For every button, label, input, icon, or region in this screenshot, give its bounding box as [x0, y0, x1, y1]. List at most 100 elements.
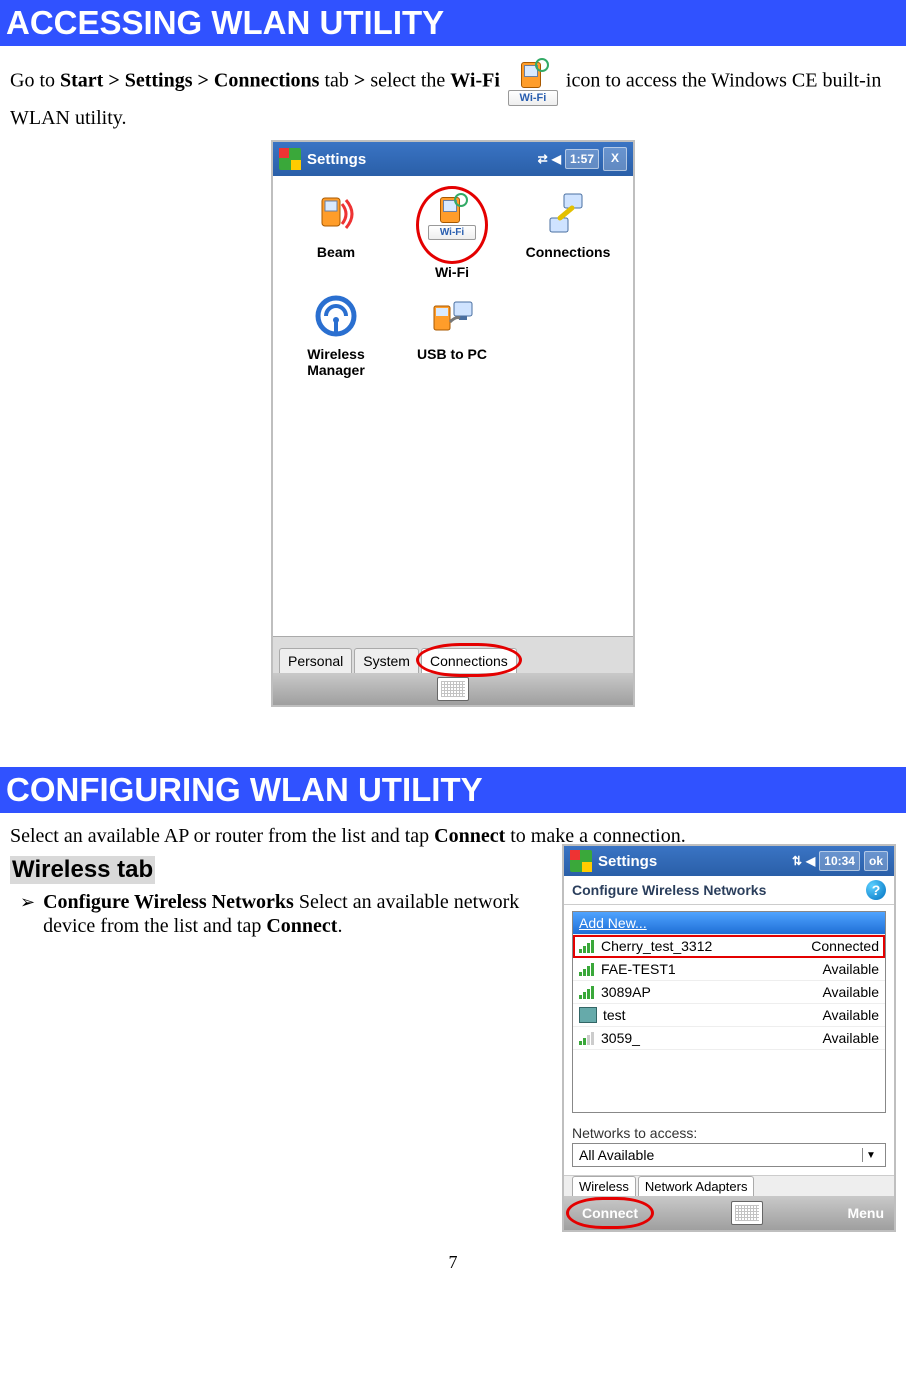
wm-title: Settings	[307, 151, 532, 168]
keyboard-icon-2[interactable]	[731, 1201, 763, 1225]
intro-path: Start > Settings > Connections	[60, 70, 319, 92]
tab-personal[interactable]: Personal	[279, 648, 352, 673]
beam-item[interactable]: Beam	[279, 186, 393, 280]
wifi-red-circle: Wi-Fi	[416, 186, 488, 264]
network-name-4: 3059_	[601, 1030, 640, 1046]
chevron-down-icon: ▼	[862, 1148, 879, 1162]
network-status-0: Connected	[811, 938, 879, 954]
wifi-item-box: Wi-Fi	[428, 225, 476, 240]
network-status-3: Available	[822, 1007, 879, 1023]
beam-label: Beam	[279, 244, 393, 260]
wireless-mgr-label2: Manager	[279, 362, 393, 378]
intro-mid1: tab	[324, 70, 353, 92]
connect-button[interactable]: Connect	[574, 1203, 646, 1223]
bullet-item: ➢ Configure Wireless Networks Select an …	[20, 890, 540, 938]
volume-icon-2[interactable]: ◀	[806, 854, 815, 868]
connections-icon	[544, 190, 592, 238]
intro-paragraph: Go to Start > Settings > Connections tab…	[10, 58, 896, 130]
tab-connections-label: Connections	[430, 653, 508, 669]
wm2-title: Settings	[598, 853, 786, 870]
ok-button[interactable]: ok	[864, 851, 888, 871]
network-status-1: Available	[822, 961, 879, 977]
wm2-titlebar: Settings ⇅ ◀ 10:34 ok	[564, 846, 894, 876]
clock-readout-2[interactable]: 10:34	[819, 851, 860, 871]
page-number: 7	[10, 1252, 896, 1273]
tab-wireless[interactable]: Wireless	[572, 1176, 636, 1196]
network-row-2[interactable]: 3089AP Available	[573, 981, 885, 1004]
network-row-0[interactable]: Cherry_test_3312 Connected	[573, 935, 885, 958]
adhoc-icon	[579, 1007, 597, 1023]
menu-button[interactable]: Menu	[847, 1205, 884, 1221]
wireless-manager-icon	[312, 292, 360, 340]
wireless-manager-item[interactable]: Wireless Manager	[279, 288, 393, 378]
help-icon[interactable]: ?	[866, 880, 886, 900]
wifi-label: Wi-Fi	[395, 264, 509, 280]
wm2-subtitle-row: Configure Wireless Networks ?	[564, 876, 894, 905]
wm-bottom-bar	[273, 673, 633, 705]
wifi-item[interactable]: Wi-Fi Wi-Fi	[395, 186, 509, 280]
bullet-bold2: Connect	[266, 915, 337, 937]
keyboard-icon[interactable]	[437, 677, 469, 701]
wifi-inline-icon: Wi-Fi	[509, 58, 557, 106]
volume-icon[interactable]: ◀	[552, 152, 561, 166]
bullet-arrow-icon: ➢	[20, 892, 35, 938]
usb-to-pc-item[interactable]: USB to PC	[395, 288, 509, 378]
heading-configuring: CONFIGURING WLAN UTILITY	[0, 767, 906, 813]
network-name-0: Cherry_test_3312	[601, 938, 712, 954]
wm2-subtitle: Configure Wireless Networks	[572, 882, 766, 898]
network-name-2: 3089AP	[601, 984, 651, 1000]
settings-screenshot-2: Settings ⇅ ◀ 10:34 ok Configure Wireless…	[562, 844, 896, 1232]
config-intro-connect: Connect	[434, 825, 505, 847]
signal-icon	[579, 939, 595, 953]
signal-icon	[579, 962, 595, 976]
network-row-3[interactable]: test Available	[573, 1004, 885, 1027]
start-flag-icon-2[interactable]	[570, 850, 592, 872]
intro-gt: >	[354, 70, 365, 92]
signal-status-icon[interactable]: ⇅	[792, 854, 802, 868]
wm2-tab-strip: Wireless Network Adapters	[564, 1175, 894, 1196]
connectivity-icon[interactable]: ⇄	[538, 152, 548, 166]
connections-item[interactable]: Connections	[511, 186, 625, 280]
networks-access-dropdown[interactable]: All Available ▼	[572, 1143, 886, 1167]
wm-titlebar: Settings ⇄ ◀ 1:57 X	[273, 142, 633, 176]
wifi-item-icon	[436, 193, 468, 225]
usb-label: USB to PC	[395, 346, 509, 362]
wm2-bottombar: Connect Menu	[564, 1196, 894, 1230]
pda-signal-icon	[517, 58, 549, 90]
network-name-1: FAE-TEST1	[601, 961, 676, 977]
bullet-bold1: Configure Wireless Networks	[43, 891, 294, 913]
networks-listbox[interactable]: Add New... Cherry_test_3312 Connected FA…	[572, 911, 886, 1113]
add-new-label: Add New...	[579, 915, 647, 931]
wireless-tab-subhead: Wireless tab	[10, 856, 155, 884]
intro-pre: Go to	[10, 70, 60, 92]
wifi-label-box: Wi-Fi	[508, 90, 558, 106]
intro-mid2: select the	[370, 70, 450, 92]
tab-network-adapters[interactable]: Network Adapters	[638, 1176, 755, 1196]
wm-tab-strip: Personal System Connections	[273, 636, 633, 673]
network-status-2: Available	[822, 984, 879, 1000]
signal-icon-weak	[579, 1031, 595, 1045]
usb-to-pc-icon	[428, 292, 476, 340]
intro-wifi-word: Wi-Fi	[450, 70, 500, 92]
start-flag-icon[interactable]	[279, 148, 301, 170]
settings-screenshot-1: Settings ⇄ ◀ 1:57 X	[271, 140, 635, 707]
beam-icon	[312, 190, 360, 238]
signal-icon	[579, 985, 595, 999]
connections-label: Connections	[511, 244, 625, 260]
tab-connections[interactable]: Connections	[421, 648, 517, 673]
wireless-mgr-label1: Wireless	[279, 346, 393, 362]
config-intro-post: to make a connection.	[510, 825, 686, 847]
networks-to-access-label: Networks to access:	[564, 1119, 894, 1143]
heading-accessing: ACCESSING WLAN UTILITY	[0, 0, 906, 46]
add-new-row[interactable]: Add New...	[573, 912, 885, 935]
config-intro-pre: Select an available AP or router from th…	[10, 825, 434, 847]
dropdown-value: All Available	[579, 1147, 654, 1163]
red-oval-annotation-2	[566, 1197, 654, 1229]
tab-system[interactable]: System	[354, 648, 419, 673]
network-status-4: Available	[822, 1030, 879, 1046]
clock-readout[interactable]: 1:57	[565, 149, 599, 169]
network-row-1[interactable]: FAE-TEST1 Available	[573, 958, 885, 981]
network-row-4[interactable]: 3059_ Available	[573, 1027, 885, 1050]
close-button[interactable]: X	[603, 147, 627, 171]
network-name-3: test	[603, 1007, 626, 1023]
